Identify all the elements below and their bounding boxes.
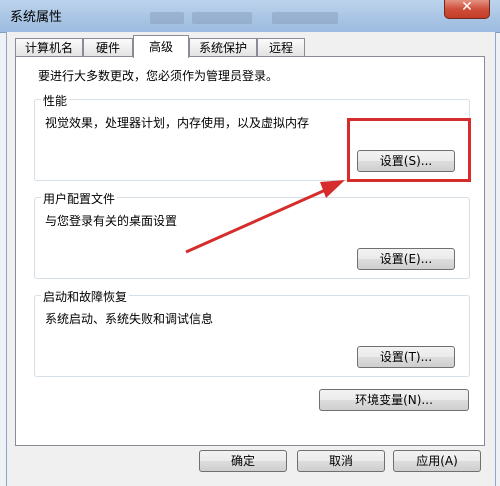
annotation-arrow-icon bbox=[185, 180, 345, 254]
